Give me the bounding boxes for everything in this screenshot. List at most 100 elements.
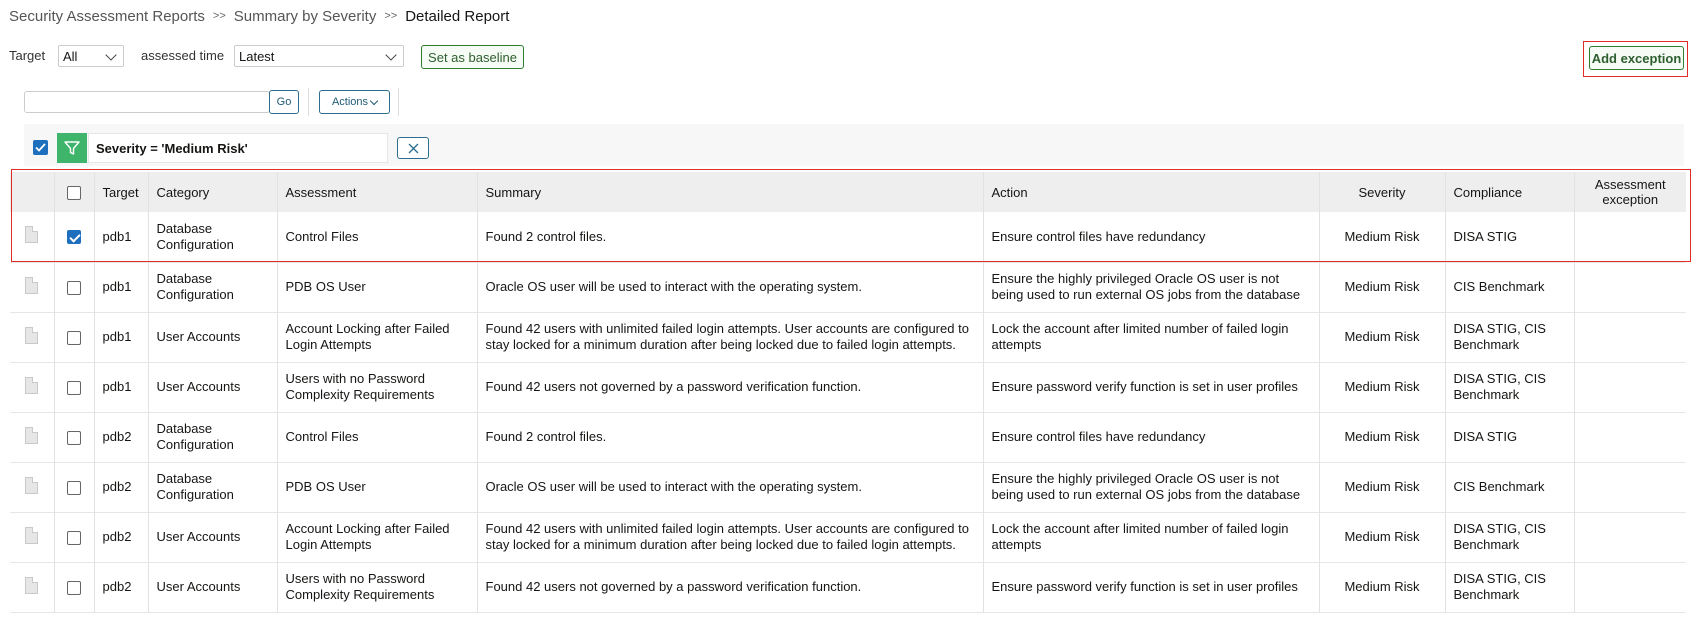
row-select-checkbox[interactable] (67, 580, 81, 595)
document-icon[interactable] (25, 276, 39, 294)
cell-compliance: CIS Benchmark (1444, 462, 1574, 512)
toolbar-divider (308, 88, 309, 116)
row-select-checkbox[interactable] (67, 480, 81, 495)
cell-severity: Medium Risk (1318, 512, 1445, 562)
cell-category: User Accounts (147, 562, 277, 612)
target-select[interactable]: All (58, 45, 124, 67)
target-select-value: All (63, 48, 78, 64)
row-select-checkbox[interactable] (67, 380, 81, 395)
row-select-checkbox[interactable] (67, 330, 81, 345)
cell-severity: Medium Risk (1318, 362, 1445, 412)
document-icon[interactable] (25, 326, 39, 344)
cell-assessment-exception (1573, 562, 1686, 612)
cell-assessment-exception (1573, 512, 1686, 562)
cell-assessment: Account Locking after Failed Login Attem… (276, 312, 477, 362)
actions-menu-label: Actions (331, 96, 369, 108)
cell-assessment-exception (1573, 462, 1686, 512)
go-button[interactable]: Go (269, 90, 299, 114)
cell-category: User Accounts (147, 512, 277, 562)
table-row[interactable]: pdb1 User Accounts Users with no Password … (10, 362, 1686, 412)
cell-assessment-exception (1573, 312, 1686, 362)
cell-summary: Oracle OS user will be used to interact … (476, 262, 983, 312)
cell-action: Ensure password verify function is set i… (982, 562, 1319, 612)
table-row[interactable]: pdb2 Database Configuration Control Files F… (10, 412, 1686, 462)
cell-select (53, 362, 94, 412)
cell-target: pdb2 (93, 562, 148, 612)
table-row[interactable]: pdb1 Database Configuration PDB OS User Ora… (10, 262, 1686, 312)
cell-compliance: DISA STIG, CIS Benchmark (1444, 512, 1574, 562)
cell-select (53, 312, 94, 362)
cell-summary: Found 42 users with unlimited failed log… (476, 312, 983, 362)
cell-severity: Medium Risk (1318, 412, 1445, 462)
row-select-checkbox[interactable] (67, 430, 81, 445)
filter-expression[interactable]: Severity = 'Medium Risk' (88, 133, 388, 163)
cell-target: pdb1 (93, 312, 148, 362)
filter-enable-checkbox[interactable] (33, 140, 48, 155)
cell-target: pdb2 (93, 512, 148, 562)
breadcrumb-item-reports[interactable]: Security Assessment Reports (9, 8, 205, 25)
cell-compliance: CIS Benchmark (1444, 262, 1574, 312)
row-select-checkbox[interactable] (67, 280, 81, 295)
chevron-down-icon (369, 96, 379, 105)
cell-action: Lock the account after limited number of… (982, 512, 1319, 562)
cell-target: pdb2 (93, 462, 148, 512)
cell-summary: Oracle OS user will be used to interact … (476, 462, 983, 512)
cell-category: Database Configuration (147, 262, 277, 312)
table-row[interactable]: pdb2 User Accounts Users with no Password … (10, 562, 1686, 612)
cell-assessment: Users with no Password Complexity Requir… (276, 362, 477, 412)
cell-action: Ensure control files have redundancy (982, 412, 1319, 462)
assessed-time-label: assessed time (141, 48, 225, 63)
close-icon (408, 143, 418, 153)
cell-category: User Accounts (147, 312, 277, 362)
breadcrumb-item-current: Detailed Report (405, 7, 510, 25)
target-label: Target (9, 48, 46, 63)
cell-target: pdb2 (93, 412, 148, 462)
chevron-down-icon (385, 49, 397, 61)
cell-select (53, 262, 94, 312)
breadcrumb-separator: >> (384, 10, 398, 22)
cell-detail (10, 362, 54, 412)
cell-action: Ensure password verify function is set i… (982, 362, 1319, 412)
table-row[interactable]: pdb1 User Accounts Account Locking after F… (10, 312, 1686, 362)
document-icon[interactable] (25, 476, 39, 494)
set-baseline-button[interactable]: Set as baseline (421, 45, 524, 69)
cell-assessment: PDB OS User (276, 262, 477, 312)
cell-detail (10, 262, 54, 312)
add-exception-button[interactable]: Add exception (1589, 46, 1684, 70)
cell-assessment-exception (1573, 262, 1686, 312)
cell-assessment-exception (1573, 412, 1686, 462)
remove-filter-button[interactable] (397, 137, 429, 159)
cell-summary: Found 42 users with unlimited failed log… (476, 512, 983, 562)
breadcrumb: Security Assessment Reports >> Summary b… (9, 6, 509, 26)
cell-select (53, 462, 94, 512)
cell-select (53, 412, 94, 462)
cell-severity: Medium Risk (1318, 312, 1445, 362)
cell-assessment: Users with no Password Complexity Requir… (276, 562, 477, 612)
cell-assessment: Account Locking after Failed Login Attem… (276, 512, 477, 562)
filter-icon (57, 133, 87, 163)
document-icon[interactable] (25, 426, 39, 444)
cell-compliance: DISA STIG, CIS Benchmark (1444, 312, 1574, 362)
breadcrumb-item-summary[interactable]: Summary by Severity (234, 8, 377, 25)
cell-compliance: DISA STIG (1444, 412, 1574, 462)
toolbar-divider (398, 88, 399, 116)
cell-detail (10, 312, 54, 362)
actions-menu-button[interactable]: Actions (319, 90, 390, 114)
document-icon[interactable] (25, 576, 39, 594)
cell-detail (10, 412, 54, 462)
table-row[interactable]: pdb2 User Accounts Account Locking after F… (10, 512, 1686, 562)
document-icon[interactable] (25, 376, 39, 394)
cell-compliance: DISA STIG, CIS Benchmark (1444, 562, 1574, 612)
cell-category: User Accounts (147, 362, 277, 412)
document-icon[interactable] (25, 526, 39, 544)
cell-severity: Medium Risk (1318, 262, 1445, 312)
assessed-time-select[interactable]: Latest (234, 45, 404, 67)
cell-select (53, 512, 94, 562)
cell-summary: Found 42 users not governed by a passwor… (476, 562, 983, 612)
search-input[interactable] (24, 91, 270, 113)
checkmark-icon (35, 143, 46, 152)
table-row[interactable]: pdb2 Database Configuration PDB OS User Ora… (10, 462, 1686, 512)
cell-detail (10, 512, 54, 562)
cell-severity: Medium Risk (1318, 462, 1445, 512)
row-select-checkbox[interactable] (67, 530, 81, 545)
